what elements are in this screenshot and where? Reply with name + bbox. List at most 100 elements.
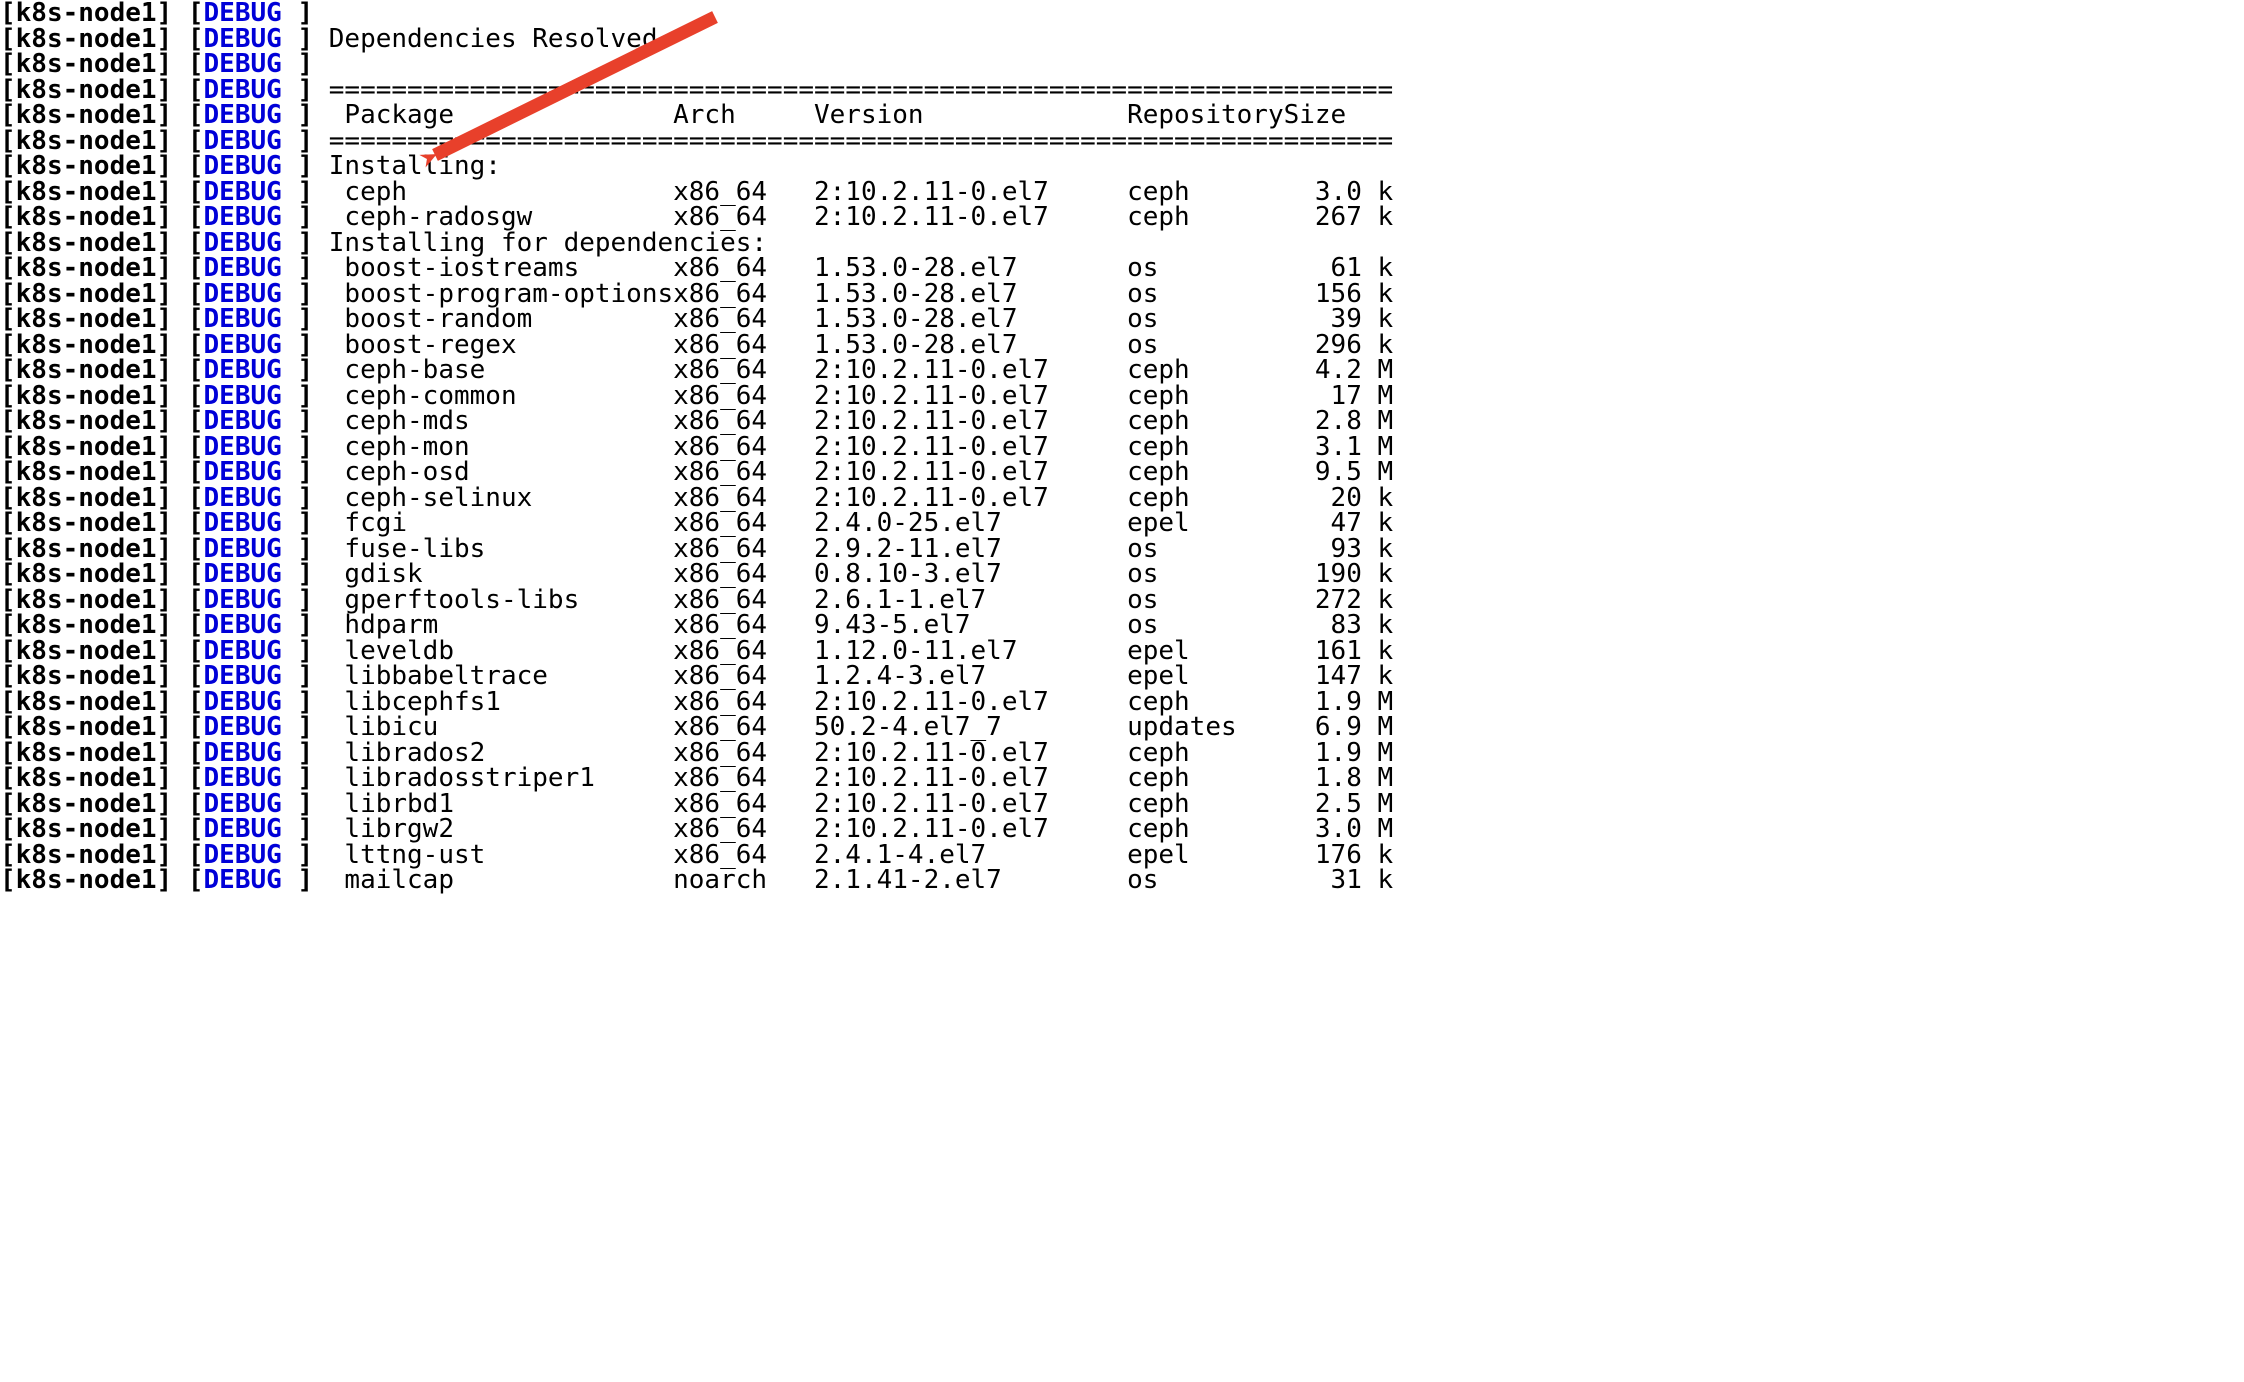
- dep-row-repository: updates: [1127, 714, 1284, 740]
- dep-row-version: 2:10.2.11-0.el7: [814, 740, 1127, 766]
- dep-row-version: 2.1.41-2.el7: [814, 867, 1127, 893]
- dep-row-size: 61: [1284, 255, 1362, 281]
- dep-row-unit: k: [1362, 306, 1393, 332]
- dep-row-arch: x86_64: [673, 561, 814, 587]
- terminal-line: [k8s-node1] [DEBUG ] Installing for depe…: [0, 230, 2244, 256]
- terminal-line: [k8s-node1] [DEBUG ] librados2x86_642:10…: [0, 740, 2244, 766]
- dep-row-repository: os: [1127, 561, 1284, 587]
- dep-row-size: 272: [1284, 587, 1362, 613]
- terminal-line: [k8s-node1] [DEBUG ] hdparmx86_649.43-5.…: [0, 612, 2244, 638]
- terminal-line: [k8s-node1] [DEBUG ] ceph-selinuxx86_642…: [0, 485, 2244, 511]
- terminal-line: [k8s-node1] [DEBUG ] ===================…: [0, 77, 2244, 103]
- dep-row-size: 20: [1284, 485, 1362, 511]
- terminal-line: [k8s-node1] [DEBUG ] libicux86_6450.2-4.…: [0, 714, 2244, 740]
- terminal-line: [k8s-node1] [DEBUG ] gdiskx86_640.8.10-3…: [0, 561, 2244, 587]
- dep-row-arch: x86_64: [673, 357, 814, 383]
- dep-row-arch: x86_64: [673, 408, 814, 434]
- terminal-output: [k8s-node1] [DEBUG ] [k8s-node1] [DEBUG …: [0, 0, 2244, 893]
- dep-row-unit: k: [1362, 485, 1393, 511]
- dep-row-package: gperftools-libs: [329, 587, 673, 613]
- dep-row-repository: ceph: [1127, 485, 1284, 511]
- dep-row-unit: k: [1362, 867, 1393, 893]
- dep-row-unit: k: [1362, 587, 1393, 613]
- dep-row-unit: k: [1362, 255, 1393, 281]
- dep-row-repository: ceph: [1127, 434, 1284, 460]
- dep-row-arch: x86_64: [673, 689, 814, 715]
- install-row-version: 2:10.2.11-0.el7: [814, 179, 1127, 205]
- header-arch: Arch: [673, 102, 814, 128]
- dep-row-size: 3.1: [1284, 434, 1362, 460]
- dep-row-version: 2.4.1-4.el7: [814, 842, 1127, 868]
- install-row-version: 2:10.2.11-0.el7: [814, 204, 1127, 230]
- dep-row-package: ceph-osd: [329, 459, 673, 485]
- terminal-line: [k8s-node1] [DEBUG ] ceph-commonx86_642:…: [0, 383, 2244, 409]
- terminal-line: [k8s-node1] [DEBUG ] gperftools-libsx86_…: [0, 587, 2244, 613]
- dep-row-unit: k: [1362, 663, 1393, 689]
- dep-row-arch: x86_64: [673, 510, 814, 536]
- terminal-line: [k8s-node1] [DEBUG ]: [0, 0, 2244, 26]
- dep-row-size: 176: [1284, 842, 1362, 868]
- terminal-line: [k8s-node1] [DEBUG ] Dependencies Resolv…: [0, 26, 2244, 52]
- dep-row-unit: M: [1362, 408, 1393, 434]
- dep-row-arch: x86_64: [673, 332, 814, 358]
- dep-row-repository: os: [1127, 306, 1284, 332]
- dep-row-package: librgw2: [329, 816, 673, 842]
- tag-open-bracket: [: [188, 865, 204, 895]
- dep-row-repository: ceph: [1127, 689, 1284, 715]
- terminal-line: [k8s-node1] [DEBUG ] boost-program-optio…: [0, 281, 2244, 307]
- terminal-line: [k8s-node1] [DEBUG ] libradosstriper1x86…: [0, 765, 2244, 791]
- terminal-line: [k8s-node1] [DEBUG ] lttng-ustx86_642.4.…: [0, 842, 2244, 868]
- dep-row-arch: x86_64: [673, 740, 814, 766]
- dep-row-arch: x86_64: [673, 485, 814, 511]
- dep-row-repository: os: [1127, 536, 1284, 562]
- dep-row-version: 1.2.4-3.el7: [814, 663, 1127, 689]
- terminal-line: [k8s-node1] [DEBUG ] PackageArchVersionR…: [0, 102, 2244, 128]
- dep-row-unit: M: [1362, 816, 1393, 842]
- dep-row-package: boost-random: [329, 306, 673, 332]
- dep-row-size: 1.9: [1284, 740, 1362, 766]
- dep-row-size: 4.2: [1284, 357, 1362, 383]
- dep-row-size: 1.9: [1284, 689, 1362, 715]
- dep-row-package: libbabeltrace: [329, 663, 673, 689]
- dep-row-version: 2:10.2.11-0.el7: [814, 765, 1127, 791]
- dep-row-arch: x86_64: [673, 587, 814, 613]
- dep-row-unit: k: [1362, 332, 1393, 358]
- dep-row-repository: epel: [1127, 510, 1284, 536]
- terminal-line: [k8s-node1] [DEBUG ]: [0, 51, 2244, 77]
- dep-row-version: 1.53.0-28.el7: [814, 306, 1127, 332]
- dep-row-version: 0.8.10-3.el7: [814, 561, 1127, 587]
- install-row-unit: k: [1362, 179, 1393, 205]
- dep-row-package: fuse-libs: [329, 536, 673, 562]
- header-size: Size: [1284, 102, 1362, 128]
- dep-row-unit: M: [1362, 714, 1393, 740]
- terminal-line: [k8s-node1] [DEBUG ] cephx86_642:10.2.11…: [0, 179, 2244, 205]
- dep-row-version: 1.53.0-28.el7: [814, 255, 1127, 281]
- dep-row-arch: x86_64: [673, 765, 814, 791]
- dep-row-package: fcgi: [329, 510, 673, 536]
- dep-row-arch: x86_64: [673, 434, 814, 460]
- log-level: DEBUG: [204, 865, 282, 895]
- dep-row-repository: os: [1127, 867, 1284, 893]
- dep-row-package: libicu: [329, 714, 673, 740]
- terminal-line: [k8s-node1] [DEBUG ] boost-regexx86_641.…: [0, 332, 2244, 358]
- dep-row-repository: ceph: [1127, 816, 1284, 842]
- terminal-line: [k8s-node1] [DEBUG ] ceph-osdx86_642:10.…: [0, 459, 2244, 485]
- dep-row-arch: x86_64: [673, 255, 814, 281]
- dep-row-arch: x86_64: [673, 638, 814, 664]
- install-row-size: 267: [1284, 204, 1362, 230]
- dep-row-repository: ceph: [1127, 383, 1284, 409]
- dep-row-arch: x86_64: [673, 459, 814, 485]
- host-name: k8s-node1: [16, 865, 157, 895]
- dep-row-version: 2.6.1-1.el7: [814, 587, 1127, 613]
- terminal-line: [k8s-node1] [DEBUG ] fcgix86_642.4.0-25.…: [0, 510, 2244, 536]
- dep-row-repository: ceph: [1127, 459, 1284, 485]
- dep-row-arch: x86_64: [673, 714, 814, 740]
- dep-row-arch: x86_64: [673, 842, 814, 868]
- dep-row-unit: k: [1362, 536, 1393, 562]
- dep-row-version: 2:10.2.11-0.el7: [814, 485, 1127, 511]
- terminal-line: [k8s-node1] [DEBUG ] ===================…: [0, 128, 2244, 154]
- dep-row-package: ceph-selinux: [329, 485, 673, 511]
- dep-row-package: boost-program-options: [329, 281, 673, 307]
- tag-close-bracket: ]: [297, 865, 313, 895]
- dep-row-package: hdparm: [329, 612, 673, 638]
